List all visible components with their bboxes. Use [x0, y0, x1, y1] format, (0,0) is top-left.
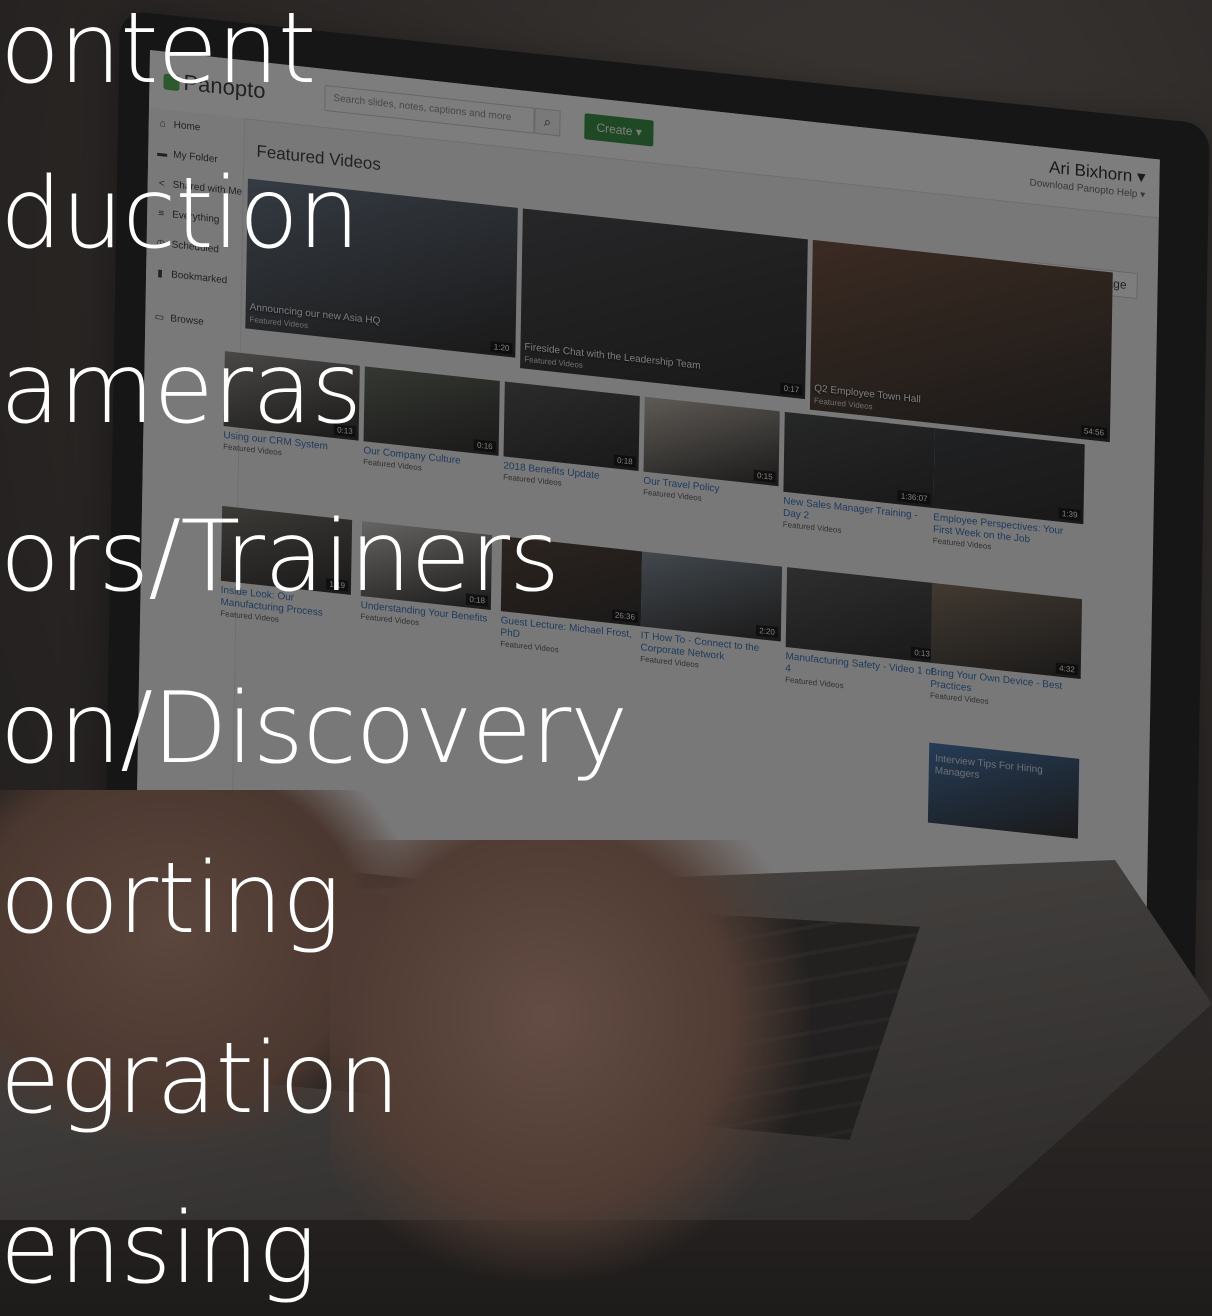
overlay-line: on/Discovery [0, 672, 628, 786]
overlay-line: ontent [0, 0, 316, 106]
overlay-line: ensing [0, 1192, 317, 1306]
overlay-line: ameras [0, 332, 362, 446]
overlay-text-list: ontent duction ameras ors/Trainers on/Di… [0, 0, 1212, 1316]
overlay-line: duction [0, 157, 360, 271]
overlay-line: egration [0, 1022, 400, 1136]
overlay-line: oorting [0, 842, 341, 956]
overlay-line: ors/Trainers [0, 500, 560, 614]
